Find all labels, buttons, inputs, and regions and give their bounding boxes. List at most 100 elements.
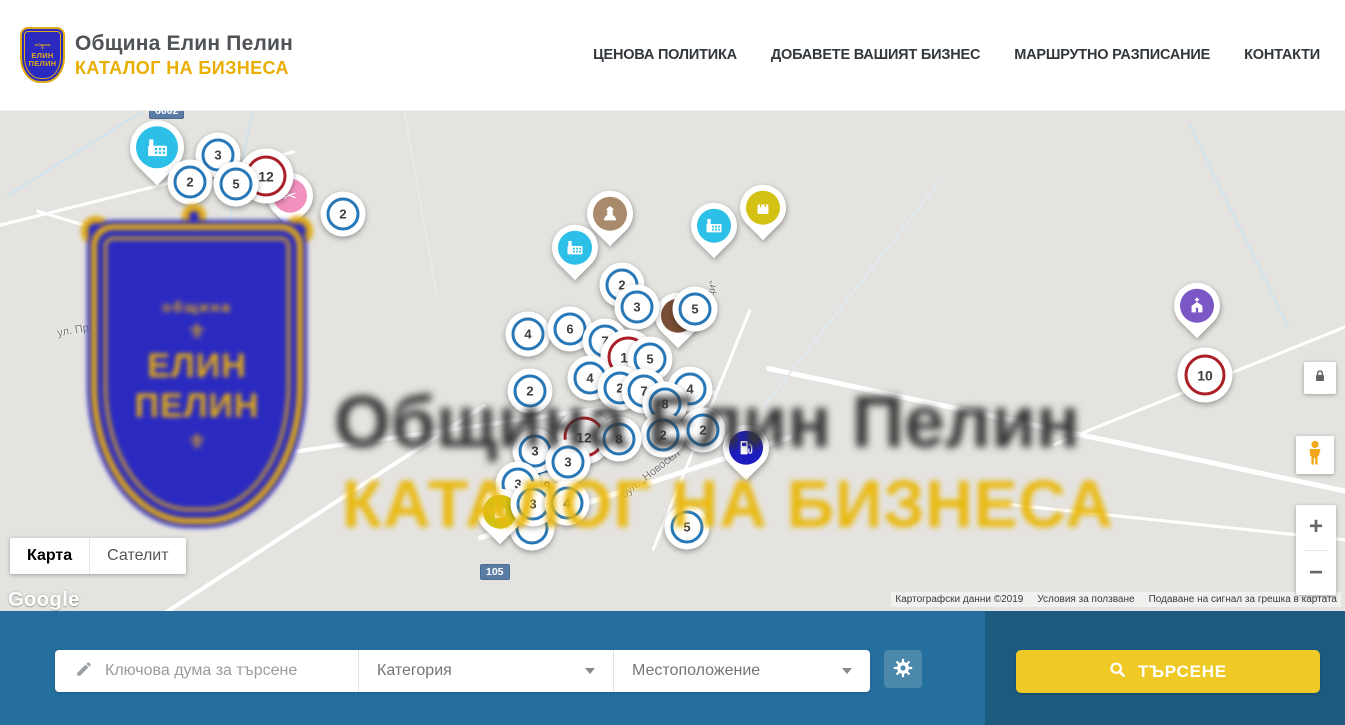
site-title: Община Елин Пелин [75,32,293,56]
lock-control[interactable] [1304,362,1336,394]
watermark-crest-ornament-icon: ⚜ [187,324,207,339]
map-pin-marker[interactable] [691,203,737,249]
cluster-count: 10 [1185,355,1226,396]
keyword-segment [55,650,358,692]
street-view-pegman-control[interactable] [1296,436,1334,474]
cluster-count: 5 [671,511,704,544]
cluster-count: 4 [551,487,584,520]
search-button[interactable]: ТЪРСЕНЕ [1016,650,1320,693]
map-type-satellite-button[interactable]: Сателит [89,538,185,574]
site-subtitle: КАТАЛОГ НА БИЗНЕСА [75,58,293,79]
location-select-label: Местоположение [632,662,760,680]
road-line [36,209,305,294]
map-cluster-marker[interactable]: 2 [168,160,213,205]
map-cluster-marker[interactable]: 2 [321,192,366,237]
cluster-count: 4 [512,318,545,351]
map-cluster-marker[interactable]: 5 [214,162,259,207]
road-line [981,500,1345,543]
pencil-icon [75,660,93,683]
cluster-count: 2 [647,419,680,452]
watermark-crest-top-word: община [162,299,232,316]
gear-icon [892,657,914,682]
map-cluster-marker[interactable]: 4 [506,312,551,357]
map-cluster-marker[interactable]: 5 [673,287,718,332]
bag-icon [753,198,773,218]
cluster-count: 2 [514,375,547,408]
search-fields: Категория Местоположение [55,650,870,692]
map-cluster-marker[interactable]: 2 [681,408,726,453]
road-number-shield: 105 [480,564,510,580]
cluster-count: 3 [552,446,585,479]
map-cluster-marker[interactable]: 5 [665,505,710,550]
attribution-text: Картографски данни ©2019 [895,594,1023,605]
watermark-crest-ornament-icon: ⚜ [187,434,207,449]
watermark-crest-name1: ЕЛИН [135,347,260,386]
attribution-link[interactable]: Подаване на сигнал за грешка в картата [1149,594,1337,605]
road-line [766,366,1345,496]
chevron-down-icon [585,668,595,674]
keyword-search-input[interactable] [105,662,344,680]
cluster-count: 2 [174,166,207,199]
map-cluster-marker[interactable]: 8 [597,417,642,462]
bag-icon [490,502,510,522]
map-pin-marker[interactable] [723,425,769,471]
category-select-label: Категория [377,662,452,680]
municipality-crest-logo: община ⚜ ЕЛИН ПЕЛИН [20,27,65,83]
watermark-crest-name2: ПЕЛИН [135,387,260,426]
nav-item[interactable]: ЦЕНОВА ПОЛИТИКА [593,47,737,63]
road-line [404,112,439,299]
category-select[interactable]: Категория [358,650,613,692]
main-nav: ЦЕНОВА ПОЛИТИКА ДОБАВЕТЕ ВАШИЯТ БИЗНЕС МАР… [593,47,1320,63]
map-attribution: Картографски данни ©2019 Условия за ползв… [891,592,1341,607]
site-logo[interactable]: община ⚜ ЕЛИН ПЕЛИН Община Елин Пелин КА… [20,27,293,83]
logo-text: Община Елин Пелин КАТАЛОГ НА БИЗНЕСА [75,32,293,79]
fuel-icon [736,438,756,458]
map-pin-marker[interactable] [740,185,786,231]
cluster-count: 2 [687,414,720,447]
map-type-map-button[interactable]: Карта [10,538,89,574]
map-cluster-marker[interactable]: 3 [546,440,591,485]
cluster-count: 3 [621,291,654,324]
factory-icon [565,238,585,258]
cluster-count: 5 [679,293,712,326]
nav-item[interactable]: ДОБАВЕТЕ ВАШИЯТ БИЗНЕС [771,47,980,63]
map-cluster-marker[interactable]: 2 [508,369,553,414]
church-icon [1187,296,1207,316]
page: община ⚜ ЕЛИН ПЕЛИН Община Елин Пелин КА… [0,0,1345,725]
worker-icon [600,204,620,224]
crest-name-line2: ПЕЛИН [29,60,57,68]
lock-icon [1312,368,1328,389]
map-cluster-marker[interactable]: 4 [545,481,590,526]
zoom-control: + − [1296,505,1336,595]
map-cluster-marker[interactable]: 10 [1178,348,1233,403]
road-line [761,180,941,410]
location-select[interactable]: Местоположение [613,650,870,692]
road-line [124,403,487,611]
nav-item[interactable]: КОНТАКТИ [1244,47,1320,63]
search-icon [1109,661,1126,683]
advanced-settings-button[interactable] [884,650,922,688]
cluster-count: 5 [220,168,253,201]
factory-icon [704,216,724,236]
factory-icon [145,135,170,160]
map-type-control: Карта Сателит [10,538,186,574]
street-label: ул. Преслав [56,317,119,340]
search-bar: Категория Местоположение [0,611,1345,725]
map-pin-marker[interactable] [552,225,598,271]
nav-item[interactable]: МАРШРУТНО РАЗПИСАНИЕ [1014,47,1210,63]
zoom-in-button[interactable]: + [1296,505,1336,550]
pegman-icon [1304,440,1326,471]
road-number-shield: 6002 [149,111,184,119]
map-canvas[interactable]: ул. Преславбул. „Новоселци“6002105 32✂12… [0,111,1345,611]
attribution-link[interactable]: Условия за ползване [1037,594,1134,605]
header: община ⚜ ЕЛИН ПЕЛИН Община Елин Пелин КА… [0,0,1345,111]
cluster-count: 2 [327,198,360,231]
cluster-count: 8 [603,423,636,456]
map-pin-marker[interactable] [1174,283,1220,329]
map-cluster-marker[interactable]: 3 [615,285,660,330]
chevron-down-icon [842,668,852,674]
search-button-label: ТЪРСЕНЕ [1138,662,1227,682]
zoom-out-button[interactable]: − [1296,550,1336,595]
map-cluster-marker[interactable]: 2 [641,413,686,458]
google-logo[interactable]: Google [8,589,80,611]
